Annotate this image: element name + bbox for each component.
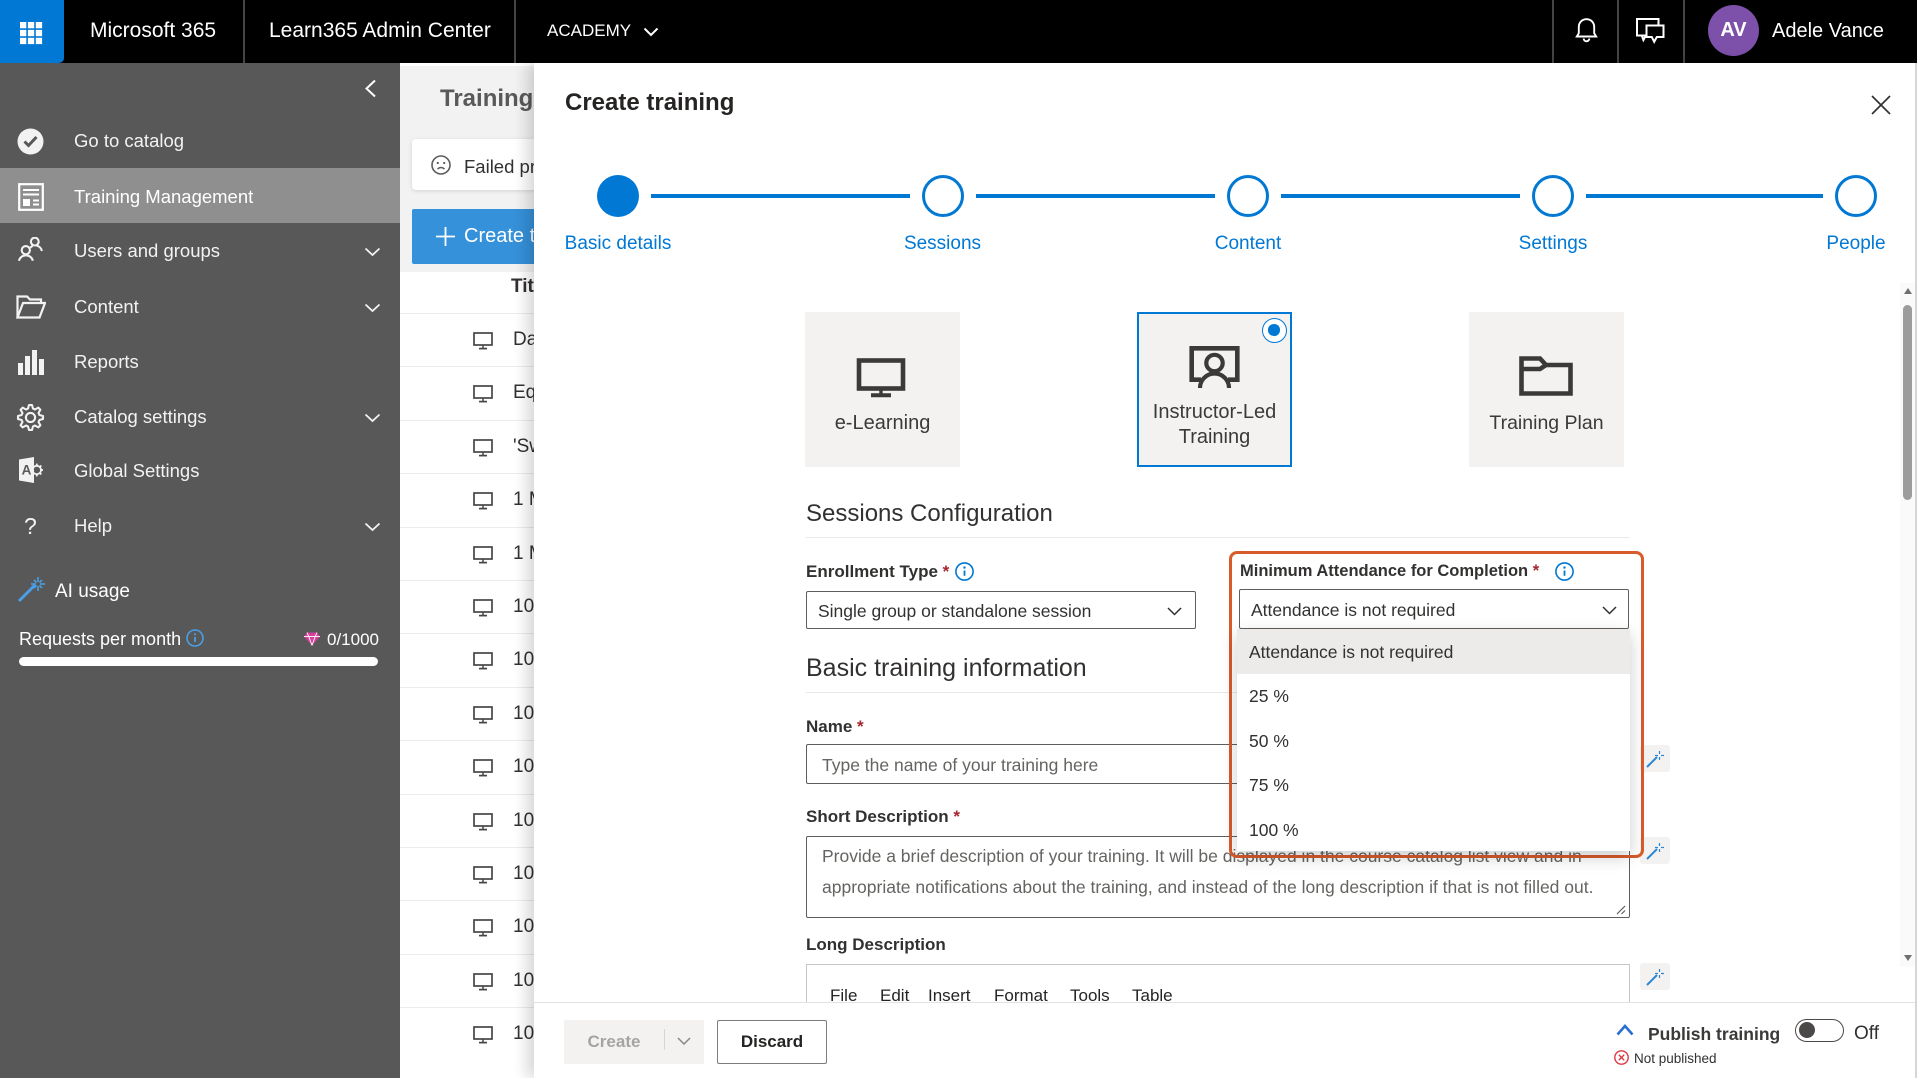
- svg-text:A: A: [22, 463, 32, 478]
